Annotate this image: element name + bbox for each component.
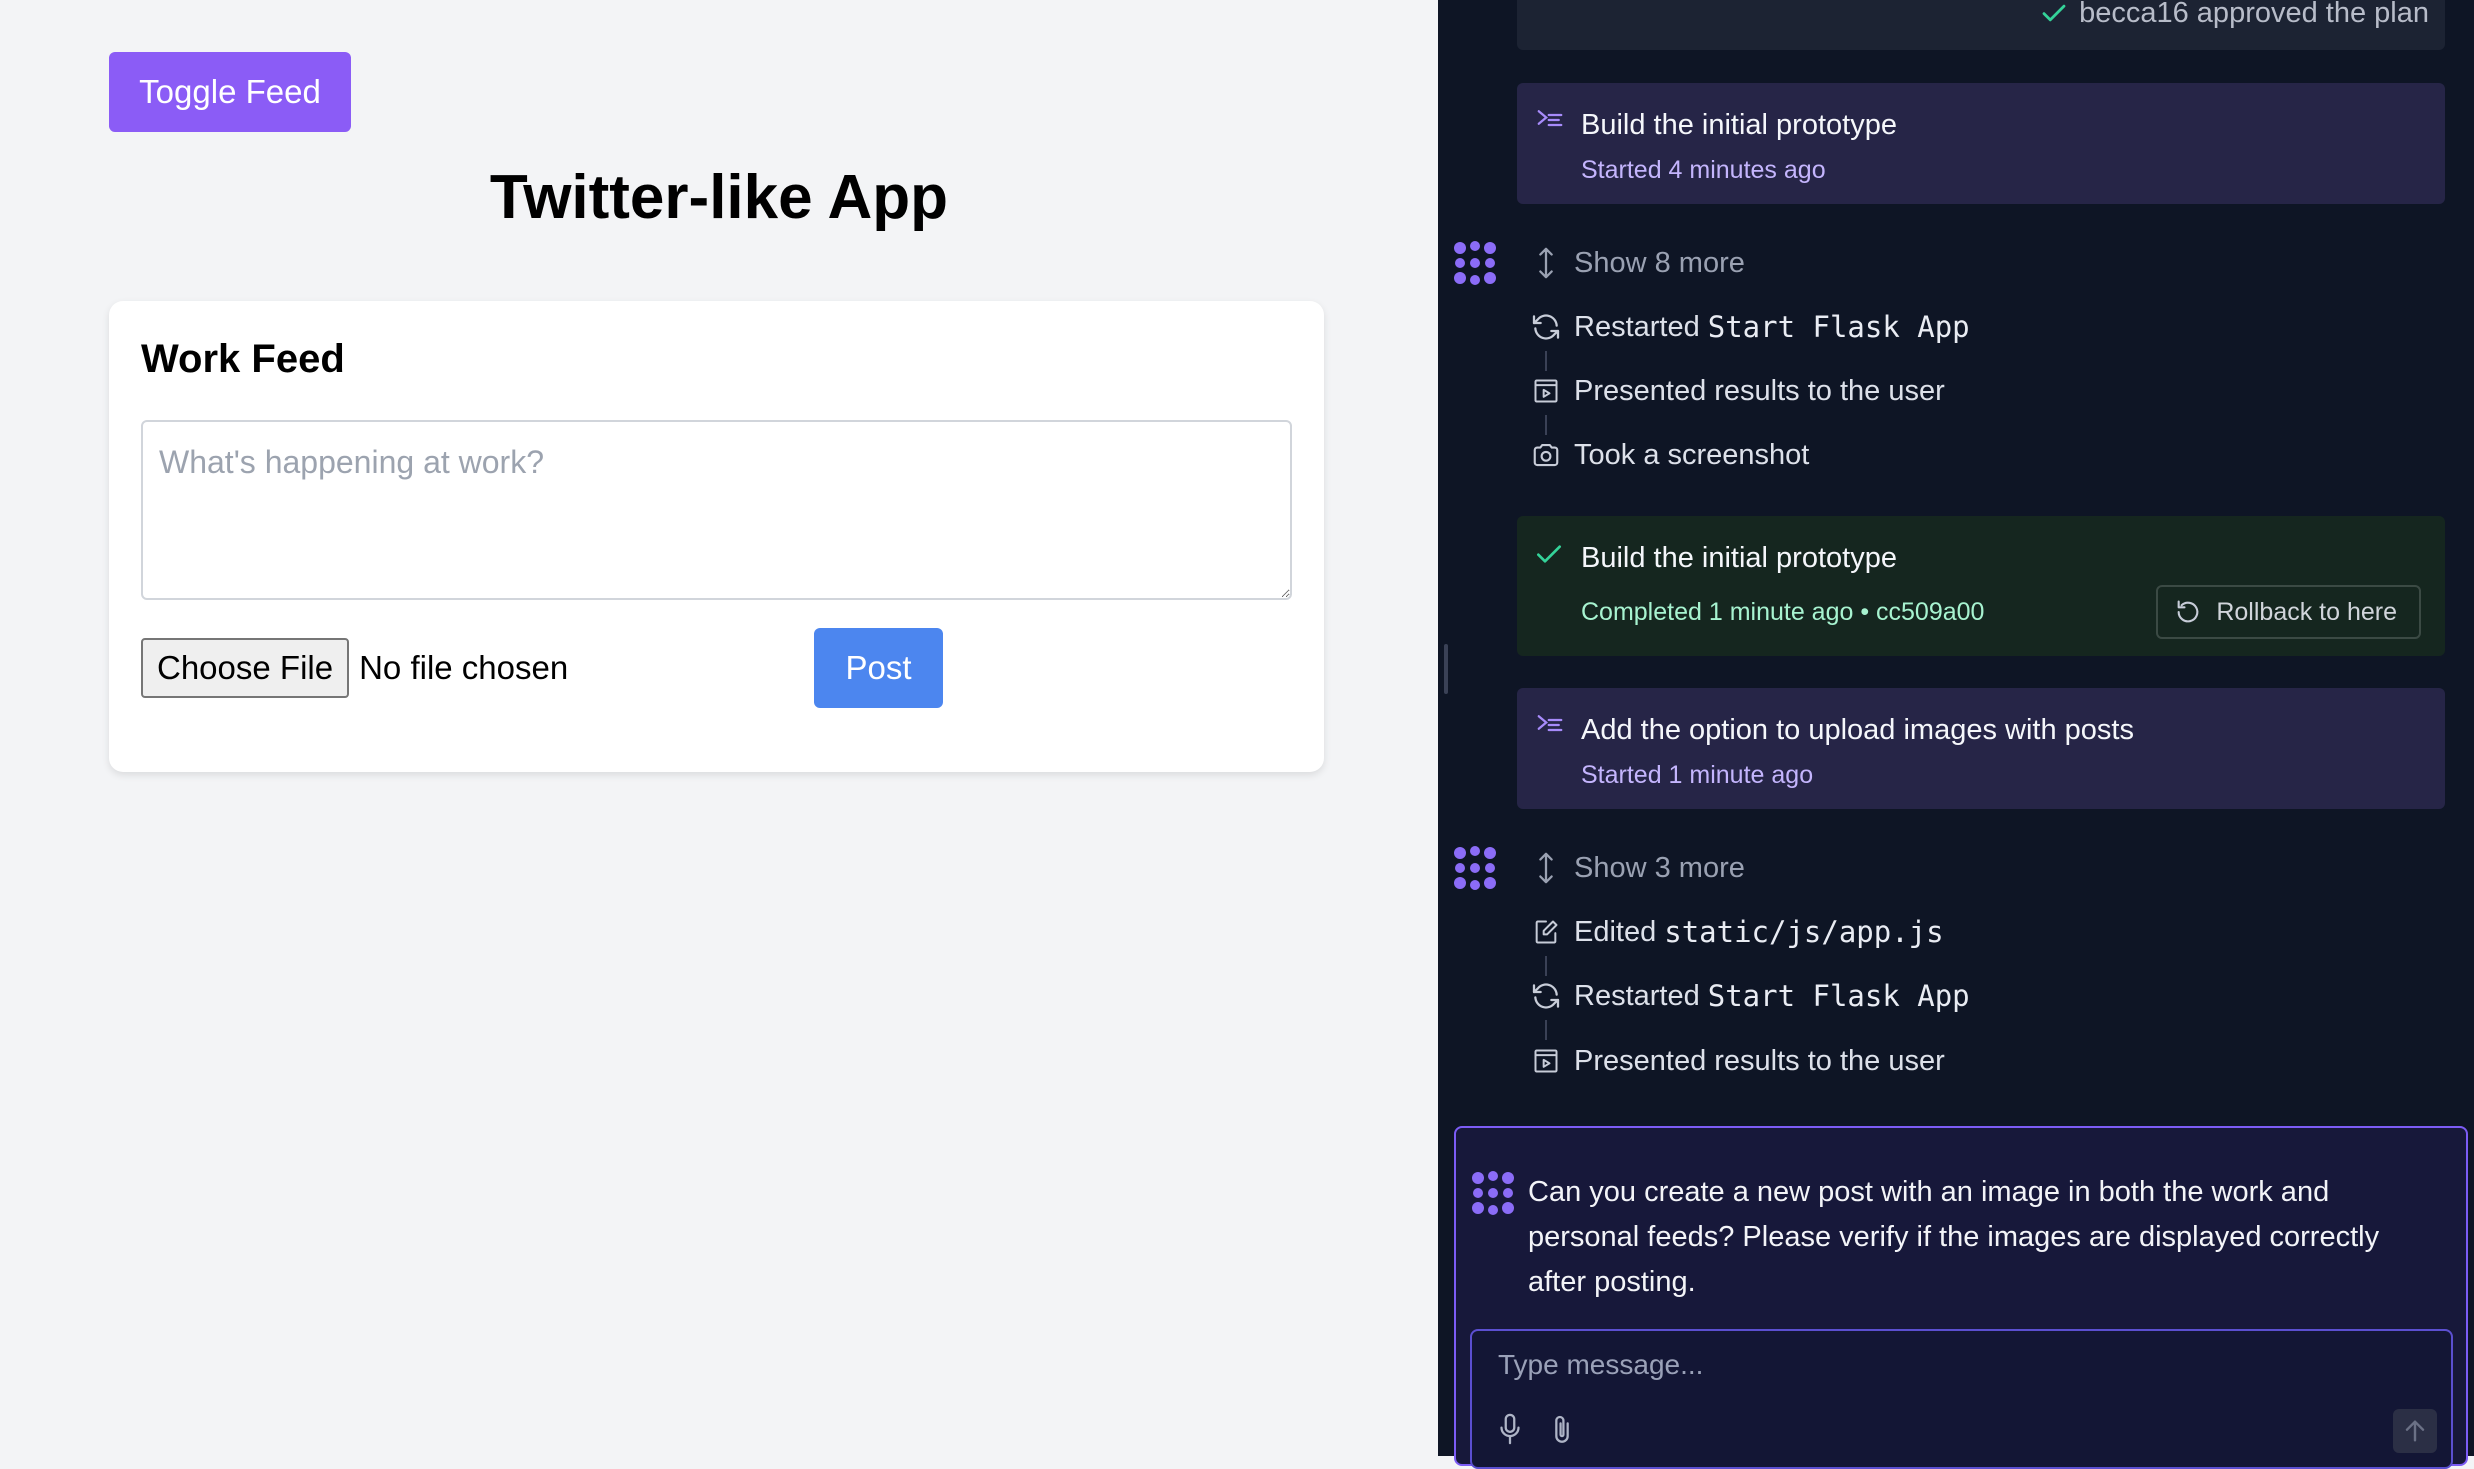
send-button[interactable] [2393,1409,2437,1453]
action-code: Start Flask App [1707,979,1970,1013]
file-status: No file chosen [359,649,569,686]
agent-logo-icon [1452,240,1498,291]
post-textarea[interactable] [141,420,1292,600]
file-upload: Choose File No file chosen [141,638,568,698]
choose-file-button[interactable]: Choose File [141,638,350,698]
check-icon [2042,4,2066,22]
arrow-up-icon [2405,1420,2425,1442]
task-title: Build the initial prototype [1581,109,1897,141]
action-label: Presented results to the user [1574,374,1945,407]
feed-title: Work Feed [141,337,345,381]
expand-vertical-icon [1526,848,1566,888]
paperclip-icon[interactable] [1542,1409,1582,1449]
show-more-button[interactable]: Show 3 more [1526,848,1745,888]
edit-file-icon [1526,912,1566,952]
feed-card: Work Feed Choose File No file chosen Pos… [109,301,1324,772]
task-card-completed: Build the initial prototype Completed 1 … [1517,516,2445,656]
agent-logo-icon [1452,845,1498,896]
action-item: Took a screenshot [1526,435,1809,475]
post-button[interactable]: Post [814,628,943,708]
plan-approval-card: becca16 approved the plan [1517,0,2445,50]
action-item: Restarted Start Flask App [1526,976,1970,1016]
rollback-icon [2177,600,2199,623]
app-preview: Toggle Feed Twitter-like App Work Feed C… [0,0,1438,1456]
task-title: Add the option to upload images with pos… [1581,714,2134,746]
composer: Can you create a new post with an image … [1454,1126,2468,1469]
microphone-icon[interactable] [1490,1409,1530,1449]
show-more-button[interactable]: Show 8 more [1526,243,1745,283]
task-card: Add the option to upload images with pos… [1517,688,2445,809]
agent-panel: becca16 approved the plan Build the init… [1438,0,2474,1469]
app-title: Twitter-like App [489,163,949,232]
screen: Toggle Feed Twitter-like App Work Feed C… [0,0,2474,1469]
restart-icon [1526,307,1566,347]
approval-line: becca16 approved the plan [2039,0,2429,36]
action-label: Restarted [1574,310,1700,343]
timeline-connector [1545,956,1547,976]
rollback-label: Rollback to here [2216,597,2397,626]
show-more-label: Show 3 more [1574,851,1745,884]
rollback-button[interactable]: Rollback to here [2156,585,2421,639]
action-code: static/js/app.js [1664,915,1944,949]
action-item: Restarted Start Flask App [1526,307,1970,347]
task-card: Build the initial prototype Started 4 mi… [1517,83,2445,204]
presentation-icon [1526,371,1566,411]
message-placeholder: Type message... [1498,1349,1704,1380]
task-status: Completed 1 minute ago • cc509a00 [1581,598,1985,626]
timeline-connector [1545,351,1547,371]
task-status: Started 4 minutes ago [1581,156,1826,184]
task-list-icon [1533,105,1567,140]
show-more-label: Show 8 more [1574,246,1745,279]
message-input[interactable]: Type message... [1470,1329,2453,1469]
presentation-icon [1526,1041,1566,1081]
check-icon [1533,538,1565,575]
action-label: Edited [1574,915,1657,948]
action-item: Presented results to the user [1526,1041,1945,1081]
task-status: Started 1 minute ago [1581,761,1814,789]
action-code: Start Flask App [1707,310,1970,344]
camera-icon [1526,435,1566,475]
task-title: Build the initial prototype [1581,542,1897,574]
expand-vertical-icon [1526,243,1566,283]
suggested-prompt[interactable]: Can you create a new post with an image … [1528,1170,2408,1305]
action-label: Took a screenshot [1574,438,1810,471]
action-item: Edited static/js/app.js [1526,912,1944,952]
agent-logo-icon [1470,1170,1516,1221]
action-item: Presented results to the user [1526,371,1945,411]
approval-text: becca16 approved the plan [2079,0,2429,29]
resize-handle[interactable] [1444,644,1448,694]
task-list-icon [1533,710,1567,745]
timeline-connector [1545,415,1547,435]
restart-icon [1526,976,1566,1016]
action-label: Restarted [1574,979,1700,1012]
timeline-connector [1545,1020,1547,1040]
action-label: Presented results to the user [1574,1044,1945,1077]
toggle-feed-button[interactable]: Toggle Feed [109,52,351,132]
